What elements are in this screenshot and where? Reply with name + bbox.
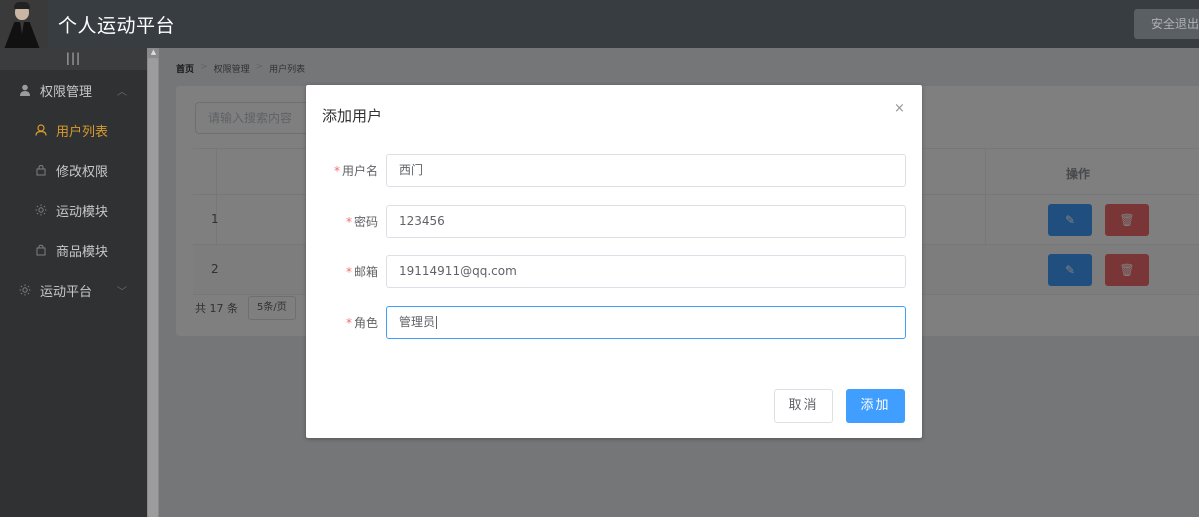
top-header: 个人运动平台 安全退出	[0, 0, 1199, 48]
role-label: 角色	[353, 316, 378, 330]
required-mark: *	[345, 265, 352, 279]
username-field[interactable]: 西门	[386, 154, 906, 187]
cancel-button[interactable]: 取消	[774, 389, 833, 423]
avatar	[0, 0, 48, 48]
role-field[interactable]: 管理员	[386, 306, 906, 339]
text-caret	[436, 316, 438, 329]
sidebar-item-product-module[interactable]: 商品模块	[0, 230, 147, 270]
required-mark: *	[333, 164, 340, 178]
sidebar-item-label: 商品模块	[56, 244, 109, 260]
sidebar-collapse-toggle[interactable]: |||	[0, 48, 147, 70]
required-mark: *	[345, 215, 352, 229]
logout-button[interactable]: 安全退出	[1134, 9, 1199, 39]
required-mark: *	[345, 316, 352, 330]
scroll-up-arrow-icon[interactable]: ▲	[150, 48, 157, 57]
add-button[interactable]: 添加	[846, 389, 905, 423]
form-row-username: * 用户名 西门	[306, 154, 922, 187]
sidebar-item-user-list[interactable]: 用户列表	[0, 110, 147, 150]
email-field[interactable]: 19114911@qq.com	[386, 255, 906, 288]
sidebar-item-sports-platform[interactable]: 运动平台 ﹀	[0, 270, 147, 310]
sidebar-item-label: 用户列表	[56, 124, 109, 140]
close-icon[interactable]: ×	[894, 101, 905, 116]
lock-icon	[34, 163, 48, 177]
password-label: 密码	[353, 215, 378, 229]
email-label: 邮箱	[353, 265, 378, 279]
form-row-email: * 邮箱 19114911@qq.com	[306, 255, 922, 288]
sidebar-item-label: 运动模块	[56, 204, 109, 220]
add-user-dialog: 添加用户 × * 用户名 西门 * 密码 123456 * 邮箱 19114911@q…	[306, 85, 922, 438]
sidebar-item-label: 修改权限	[56, 164, 109, 180]
username-label: 用户名	[341, 164, 378, 178]
sun-icon	[34, 203, 48, 217]
scrollbar-thumb[interactable]	[148, 58, 158, 517]
password-field[interactable]: 123456	[386, 205, 906, 238]
sun-icon	[18, 283, 32, 297]
chevron-up-icon: ︿	[117, 86, 127, 98]
sidebar-item-edit-permissions[interactable]: 修改权限	[0, 150, 147, 190]
person-outline-icon	[34, 123, 48, 137]
sidebar-item-label: 运动平台	[40, 284, 93, 300]
form-row-role: * 角色 管理员	[306, 306, 922, 339]
dialog-title: 添加用户	[322, 107, 383, 125]
shopping-bag-icon	[34, 243, 48, 257]
role-value: 管理员	[399, 315, 436, 329]
sidebar-item-sports-module[interactable]: 运动模块	[0, 190, 147, 230]
sidebar-item-label: 权限管理	[40, 84, 93, 100]
app-title: 个人运动平台	[58, 14, 176, 37]
chevron-down-icon: ﹀	[117, 286, 127, 298]
sidebar: ||| 权限管理 ︿ 用户列表 修改权限 运动模块 商品模块 运动平台 ﹀	[0, 48, 147, 517]
user-icon	[18, 83, 32, 97]
sidebar-item-permission-management[interactable]: 权限管理 ︿	[0, 70, 147, 110]
form-row-password: * 密码 123456	[306, 205, 922, 238]
